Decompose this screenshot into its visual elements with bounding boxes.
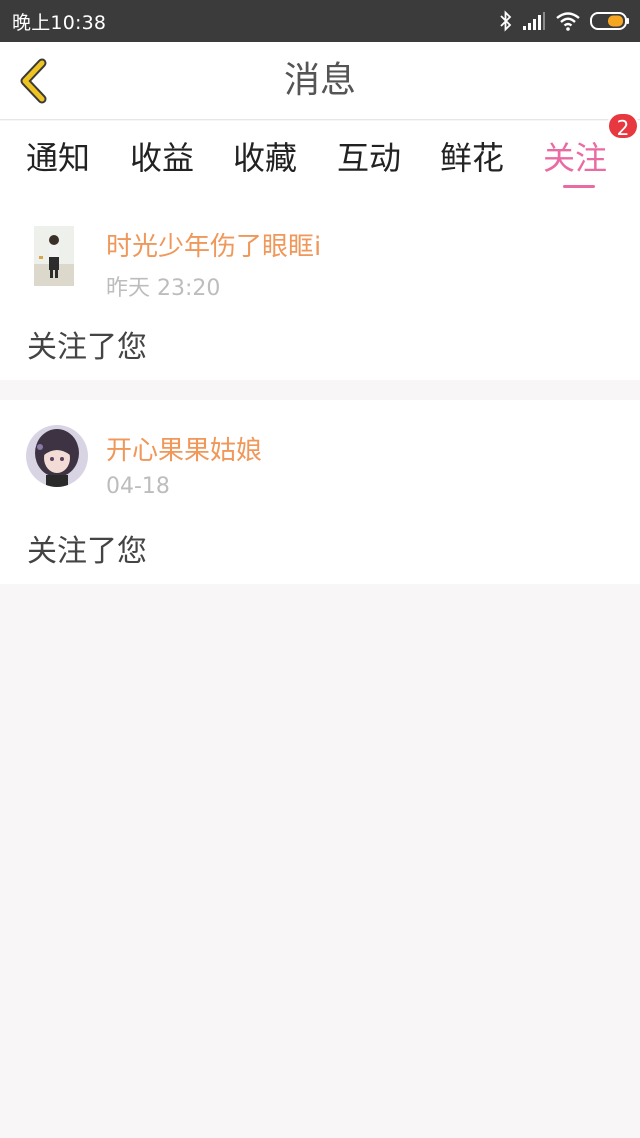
- tab-following[interactable]: 关注: [543, 133, 607, 183]
- tab-notice[interactable]: 通知: [26, 133, 90, 183]
- avatar-image: [34, 226, 74, 286]
- tab-favorites[interactable]: 收藏: [233, 133, 297, 183]
- status-bar: 晚上10:38: [0, 0, 640, 42]
- tab-interactions[interactable]: 互动: [337, 133, 401, 183]
- unread-badge: 2: [607, 112, 639, 140]
- username[interactable]: 时光少年伤了眼眶i: [106, 226, 321, 263]
- signal-icon: [523, 12, 545, 30]
- avatar[interactable]: [26, 425, 88, 487]
- avatar-image: [26, 425, 88, 487]
- status-time: 晚上10:38: [12, 11, 107, 34]
- active-tab-indicator: [563, 185, 595, 188]
- timestamp: 04-18: [106, 474, 170, 499]
- page-title: 消息: [283, 60, 356, 101]
- avatar[interactable]: [34, 226, 74, 286]
- tab-bar: 通知 收益 收藏 互动 鲜花 关注: [0, 121, 640, 198]
- header-bar: 消息: [0, 42, 640, 120]
- battery-icon: [590, 12, 629, 30]
- message-text: 关注了您: [27, 330, 147, 365]
- timestamp: 昨天 23:20: [106, 276, 221, 301]
- wifi-icon: [556, 12, 580, 31]
- bluetooth-icon: [500, 10, 512, 32]
- status-icons: [499, 10, 630, 32]
- tab-flowers[interactable]: 鲜花: [440, 133, 504, 183]
- username[interactable]: 开心果果姑娘: [106, 430, 262, 467]
- notification-item[interactable]: 时光少年伤了眼眶i 昨天 23:20 关注了您: [0, 198, 640, 380]
- tab-earnings[interactable]: 收益: [130, 133, 194, 183]
- message-text: 关注了您: [27, 534, 147, 569]
- notification-item[interactable]: 开心果果姑娘 04-18 关注了您: [0, 400, 640, 584]
